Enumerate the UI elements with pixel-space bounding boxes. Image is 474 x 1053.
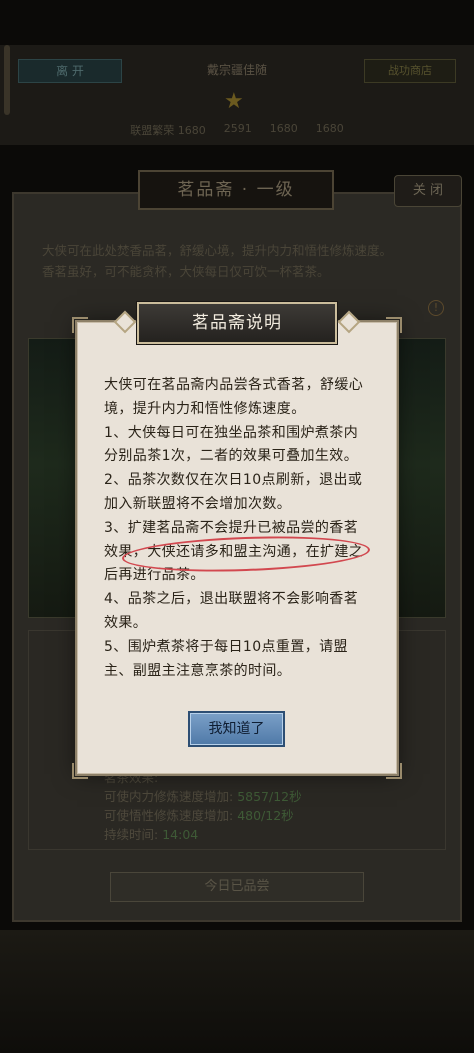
paragraph: 1、大侠每日可在独坐品茶和围炉煮茶内分别品茶1次，二者的效果可叠加生效。 bbox=[104, 424, 359, 465]
paragraph: 3、扩建茗品斋不会提升已被品尝的香茗效果，大侠还请多和盟主沟通，在扩建之后再进行… bbox=[104, 519, 364, 584]
shop-button[interactable]: 战功商店 bbox=[364, 59, 456, 83]
star-icon: ★ bbox=[224, 89, 244, 114]
top-bar: 离 开 戴宗疆佳随 战功商店 ★ 联盟繁荣 1680 2591 1680 168… bbox=[0, 45, 474, 145]
stat-item: 1680 bbox=[269, 122, 298, 135]
stat-item: 1680 bbox=[315, 122, 344, 135]
paragraph: 2、品茶次数仅在次日10点刷新，退出或加入新联盟将不会增加次数。 bbox=[104, 472, 363, 512]
tasted-today-button[interactable]: 今日已品尝 bbox=[110, 872, 364, 902]
dialog-body: 大侠可在茗品斋内品尝各式香茗，舒缓心境，提升内力和悟性修炼速度。 1、大侠每日可… bbox=[104, 374, 372, 683]
bottom-scene bbox=[0, 930, 474, 1053]
paragraph: 4、品茶之后，退出联盟将不会影响香茗效果。 bbox=[104, 591, 359, 631]
paragraph: 大侠可在茗品斋内品尝各式香茗，舒缓心境，提升内力和悟性修炼速度。 bbox=[104, 377, 364, 417]
stat-item: 联盟繁荣 1680 bbox=[130, 124, 206, 137]
side-tab[interactable] bbox=[4, 45, 10, 115]
got-it-button[interactable]: 我知道了 bbox=[188, 711, 285, 747]
panel-title: 茗品斋 · 一级 bbox=[138, 170, 334, 210]
stats-row: 联盟繁荣 1680 2591 1680 1680 bbox=[0, 122, 474, 138]
panel-description: 大侠可在此处焚香品茗，舒缓心境，提升内力和悟性修炼速度。 香茗虽好，可不能贪杯，… bbox=[42, 243, 393, 279]
stat-item: 2591 bbox=[223, 122, 252, 135]
corner-ornament bbox=[72, 763, 88, 779]
corner-ornament bbox=[72, 317, 88, 333]
corner-ornament bbox=[386, 763, 402, 779]
dialog-title-plate: 茗品斋说明 bbox=[113, 302, 361, 344]
effect-list: 茗茶效果: 可使内力修炼速度增加: 5857/12秒 可使悟性修炼速度增加: 4… bbox=[104, 768, 302, 844]
close-button[interactable]: 关 闭 bbox=[394, 175, 462, 207]
dialog-title: 茗品斋说明 bbox=[192, 313, 282, 333]
effect-row: 可使悟性修炼速度增加: 480/12秒 bbox=[104, 808, 294, 823]
effect-row: 可使内力修炼速度增加: 5857/12秒 bbox=[104, 789, 302, 804]
effect-row: 持续时间: 14:04 bbox=[104, 827, 199, 842]
info-icon[interactable]: ! bbox=[428, 300, 444, 316]
corner-ornament bbox=[386, 317, 402, 333]
paragraph: 5、围炉煮茶将于每日10点重置，请盟主、副盟主注意烹茶的时间。 bbox=[104, 638, 348, 679]
